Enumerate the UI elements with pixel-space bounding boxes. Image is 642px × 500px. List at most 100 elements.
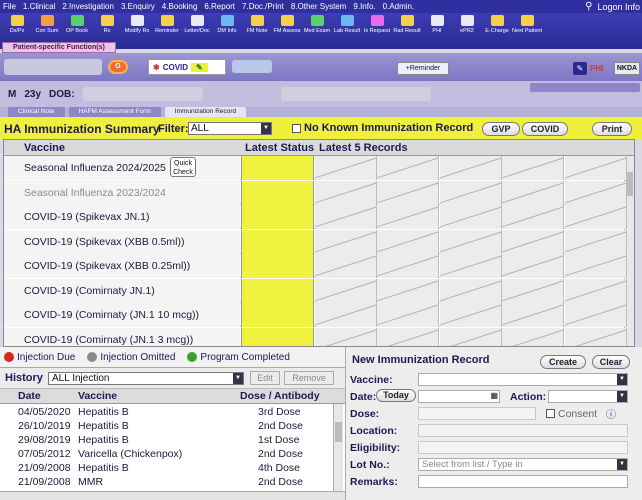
toolbar-label: OP Book bbox=[66, 28, 88, 34]
toolbar-ix-request-button[interactable]: Ix Request bbox=[362, 13, 392, 43]
remove-button[interactable]: Remove bbox=[284, 371, 334, 385]
consent-checkbox[interactable] bbox=[546, 409, 555, 418]
print-button[interactable]: Print bbox=[592, 122, 632, 136]
vaccine-row[interactable]: COVID-19 (Spikevax (XBB 0.5ml)) bbox=[4, 229, 627, 254]
no-known-record-label: No Known Immunization Record bbox=[304, 122, 474, 134]
tab-immunization-record[interactable]: Immunization Record bbox=[164, 107, 247, 117]
toolbar-dx-px-button[interactable]: Dx/Px bbox=[2, 13, 32, 43]
history-row[interactable]: 29/08/2019 Hepatitis B 1st Dose bbox=[0, 433, 334, 446]
menu-booking[interactable]: 4.Booking bbox=[162, 2, 198, 11]
vaccine-row[interactable]: COVID-19 (Spikevax (XBB 0.25ml)) bbox=[4, 254, 627, 278]
gvp-button[interactable]: GVP bbox=[482, 122, 520, 136]
menu-info[interactable]: 9.Info. bbox=[353, 2, 375, 11]
toolbar-next-patient-button[interactable]: Next Patient bbox=[512, 13, 542, 43]
menu-doc-print[interactable]: 7.Doc./Print bbox=[242, 2, 284, 11]
menu-file[interactable]: File bbox=[3, 2, 16, 11]
search-icon[interactable]: ⚲ bbox=[585, 1, 592, 12]
toolbar-letter-doc-button[interactable]: Letter/Doc bbox=[182, 13, 212, 43]
reminder-button[interactable]: +Reminder bbox=[397, 62, 449, 75]
toolbar-reminder-button[interactable]: Reminder bbox=[152, 13, 182, 43]
location-select[interactable] bbox=[418, 424, 628, 437]
vaccine-name: COVID-19 (Comirnaty (JN.1 10 mcg)) bbox=[4, 303, 240, 327]
record-cell bbox=[502, 303, 565, 327]
history-horizontal-scrollbar[interactable] bbox=[0, 491, 345, 500]
toolbar-rad-result-button[interactable]: Rad Result bbox=[392, 13, 422, 43]
toolbar-dm-info-button[interactable]: DM Info bbox=[212, 13, 242, 43]
toolbar-lab-result-button[interactable]: Lab Result bbox=[332, 13, 362, 43]
toolbar-rx-button[interactable]: Rx bbox=[92, 13, 122, 43]
toolbar-label: Rad Result bbox=[393, 28, 421, 34]
today-button[interactable]: Today bbox=[376, 389, 416, 402]
menu-report[interactable]: 6.Report bbox=[204, 2, 235, 11]
no-known-record-checkbox[interactable] bbox=[292, 123, 301, 133]
filter-select[interactable]: ALL ▼ bbox=[188, 122, 272, 135]
new-record-title: New Immunization Record bbox=[352, 354, 490, 366]
vaccine-row[interactable]: Seasonal Influenza 2024/2025 Quick Check bbox=[4, 156, 627, 180]
history-row[interactable]: 21/09/2008 MMR 2nd Dose bbox=[0, 475, 334, 488]
toolbar-fm-note-button[interactable]: FM Note bbox=[242, 13, 272, 43]
user-icon[interactable]: ✎ bbox=[573, 62, 587, 75]
info-icon[interactable]: ⓘ bbox=[606, 406, 616, 421]
eligibility-select[interactable] bbox=[418, 441, 628, 454]
tab-hafm-assessment-form[interactable]: HAFM Assessment Form bbox=[68, 107, 161, 117]
calendar-icon[interactable]: ▦ bbox=[490, 391, 498, 400]
history-row[interactable]: 07/05/2012 Varicella (Chickenpox) 2nd Dose bbox=[0, 447, 334, 460]
logon-info-link[interactable]: Logon Info bbox=[597, 2, 640, 12]
menu-other-system[interactable]: 8.Other System bbox=[291, 2, 347, 11]
edit-button[interactable]: Edit bbox=[250, 371, 280, 385]
menu-enquiry[interactable]: 3.Enquiry bbox=[121, 2, 155, 11]
no-known-record[interactable]: No Known Immunization Record bbox=[292, 122, 473, 134]
vaccine-row[interactable]: COVID-19 (Spikevax JN.1) bbox=[4, 205, 627, 229]
record-cell bbox=[502, 254, 565, 278]
history-filter-select[interactable]: ALL Injection ▼ bbox=[48, 372, 244, 385]
nkda-badge[interactable]: NKDA bbox=[614, 62, 640, 75]
history-scrollbar[interactable] bbox=[333, 404, 343, 491]
vaccine-select[interactable]: ▼ bbox=[418, 373, 628, 386]
dose-select[interactable] bbox=[418, 407, 536, 420]
covid-tag[interactable]: ✱ COVID ✎ bbox=[148, 59, 226, 75]
phi-label[interactable]: PHI bbox=[590, 64, 603, 73]
history-panel: History ALL Injection ▼ Edit Remove Date… bbox=[0, 367, 345, 500]
immunization-grid: Vaccine Latest Status Latest 5 Records S… bbox=[3, 139, 635, 347]
vital-signs-bar[interactable] bbox=[530, 83, 640, 92]
record-cell bbox=[564, 229, 627, 254]
vaccine-row[interactable]: COVID-19 (Comirnaty (JN.1 10 mcg)) bbox=[4, 303, 627, 327]
toolbar-epr2-button[interactable]: ePR2 bbox=[452, 13, 482, 43]
toolbar-e-charge-button[interactable]: E-Charge bbox=[482, 13, 512, 43]
vaccine-row[interactable]: Seasonal Influenza 2023/2024 bbox=[4, 180, 627, 205]
toolbar-con-sum-button[interactable]: Con Sum bbox=[32, 13, 62, 43]
toolbar-phi-button[interactable]: PHI bbox=[422, 13, 452, 43]
due-dot-icon bbox=[4, 352, 14, 362]
create-button[interactable]: Create bbox=[540, 355, 586, 369]
history-vaccine: Hepatitis B bbox=[78, 462, 129, 474]
history-row[interactable]: 21/09/2008 Hepatitis B 4th Dose bbox=[0, 461, 334, 474]
covid-button[interactable]: COVID bbox=[522, 122, 568, 136]
history-row[interactable]: 04/05/2020 Hepatitis B 3rd Dose bbox=[0, 405, 334, 418]
vaccine-name: Seasonal Influenza 2023/2024 bbox=[4, 180, 240, 205]
col-latest-status: Latest Status bbox=[245, 142, 315, 154]
letter-doc-icon bbox=[190, 15, 204, 26]
clear-button[interactable]: Clear bbox=[592, 355, 630, 369]
menu-admin[interactable]: 0.Admin. bbox=[383, 2, 415, 11]
legend-completed-label: Program Completed bbox=[200, 351, 290, 363]
record-cell bbox=[439, 254, 502, 278]
patient-specific-function-tab[interactable]: Patient-specific Function(s) bbox=[2, 42, 116, 53]
lot-no-input[interactable]: Select from list / Type in ▼ bbox=[418, 458, 628, 471]
remarks-input[interactable] bbox=[418, 475, 628, 488]
quick-check-button[interactable]: Quick Check bbox=[170, 157, 196, 177]
grid-scroll-thumb[interactable] bbox=[626, 172, 633, 196]
alert-badge[interactable]: G bbox=[108, 60, 128, 74]
toolbar-med-exam-button[interactable]: Med Exam bbox=[302, 13, 332, 43]
menu-clinical[interactable]: 1.Clinical bbox=[23, 2, 55, 11]
history-row[interactable]: 26/10/2019 Hepatitis B 2nd Dose bbox=[0, 419, 334, 432]
history-scroll-thumb[interactable] bbox=[335, 422, 342, 442]
tab-clinical-note[interactable]: Clinical Note bbox=[8, 107, 65, 117]
action-select[interactable]: ▼ bbox=[548, 390, 628, 403]
vaccine-row[interactable]: COVID-19 (Comirnaty (JN.1 3 mcg)) bbox=[4, 327, 627, 346]
toolbar-op-book-button[interactable]: OP Book bbox=[62, 13, 92, 43]
toolbar-modify-rx-button[interactable]: Modify Rx bbox=[122, 13, 152, 43]
toolbar-fm-assess-button[interactable]: FM Assess bbox=[272, 13, 302, 43]
menu-investigation[interactable]: 2.Investigation bbox=[62, 2, 114, 11]
date-input[interactable]: ▦ bbox=[418, 390, 500, 403]
vaccine-row[interactable]: COVID-19 (Comirnaty JN.1) bbox=[4, 278, 627, 303]
